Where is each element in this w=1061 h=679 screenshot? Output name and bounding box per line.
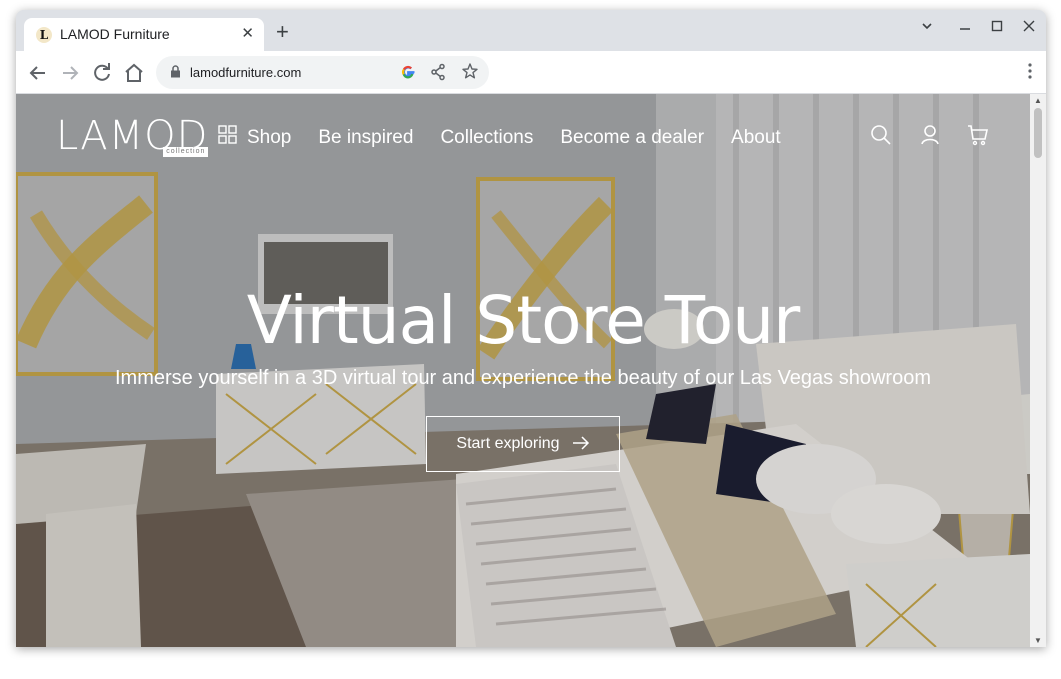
nav-item-about[interactable]: About xyxy=(731,125,781,150)
scroll-down-icon[interactable]: ▼ xyxy=(1034,636,1042,645)
browser-tab[interactable]: L LAMOD Furniture ✕ xyxy=(24,18,264,51)
browser-toolbar: lamodfurniture.com xyxy=(16,51,1046,94)
nav-label: Shop xyxy=(247,126,292,148)
hero-subtitle: Immerse yourself in a 3D virtual tour an… xyxy=(115,367,931,389)
arrow-right-icon xyxy=(572,434,590,455)
url-text[interactable]: lamodfurniture.com xyxy=(190,65,301,80)
tab-title: LAMOD Furniture xyxy=(60,26,170,42)
share-icon[interactable] xyxy=(430,63,446,86)
browser-window: L LAMOD Furniture ✕ + lamodfurniture.com… xyxy=(16,10,1046,647)
account-icon[interactable] xyxy=(920,124,940,151)
cart-icon[interactable] xyxy=(967,124,989,151)
cta-label: Start exploring xyxy=(456,435,560,452)
lock-icon[interactable] xyxy=(170,65,181,83)
scroll-up-icon[interactable]: ▲ xyxy=(1034,96,1042,105)
tab-strip: L LAMOD Furniture ✕ + xyxy=(16,10,1046,51)
back-icon[interactable] xyxy=(26,61,50,85)
google-icon[interactable] xyxy=(400,64,416,83)
scrollbar-thumb[interactable] xyxy=(1034,108,1042,158)
nav-item-become-a-dealer[interactable]: Become a dealer xyxy=(560,125,704,150)
hero-title: Virtual Store Tour xyxy=(246,282,801,359)
forward-icon[interactable] xyxy=(58,61,82,85)
home-icon[interactable] xyxy=(122,61,146,85)
address-bar[interactable]: lamodfurniture.com xyxy=(156,56,489,89)
reload-icon[interactable] xyxy=(90,61,114,85)
site-favicon-icon: L xyxy=(36,27,52,43)
tab-close-icon[interactable]: ✕ xyxy=(241,24,254,42)
page-scrollbar[interactable]: ▲ ▼ xyxy=(1030,94,1046,647)
hero-section: LAMOD collection Shop Be inspired Collec… xyxy=(16,94,1030,647)
new-tab-icon[interactable]: + xyxy=(276,21,289,43)
grid-icon xyxy=(218,125,237,150)
nav-item-collections[interactable]: Collections xyxy=(440,125,533,150)
tab-search-icon[interactable] xyxy=(920,19,934,37)
page-viewport: LAMOD collection Shop Be inspired Collec… xyxy=(16,94,1046,647)
start-exploring-button[interactable]: Start exploring xyxy=(426,416,620,472)
logo-subtext: collection xyxy=(163,147,209,157)
search-icon[interactable] xyxy=(870,124,892,151)
browser-menu-icon[interactable] xyxy=(1028,63,1032,84)
nav-item-be-inspired[interactable]: Be inspired xyxy=(318,125,413,150)
bookmark-star-icon[interactable] xyxy=(461,62,479,85)
site-logo[interactable]: LAMOD collection xyxy=(56,114,209,158)
nav-item-shop[interactable]: Shop xyxy=(218,125,291,150)
close-window-icon[interactable] xyxy=(1022,19,1036,37)
maximize-icon[interactable] xyxy=(990,19,1004,37)
minimize-icon[interactable] xyxy=(958,19,972,37)
main-navigation: Shop Be inspired Collections Become a de… xyxy=(218,125,808,150)
